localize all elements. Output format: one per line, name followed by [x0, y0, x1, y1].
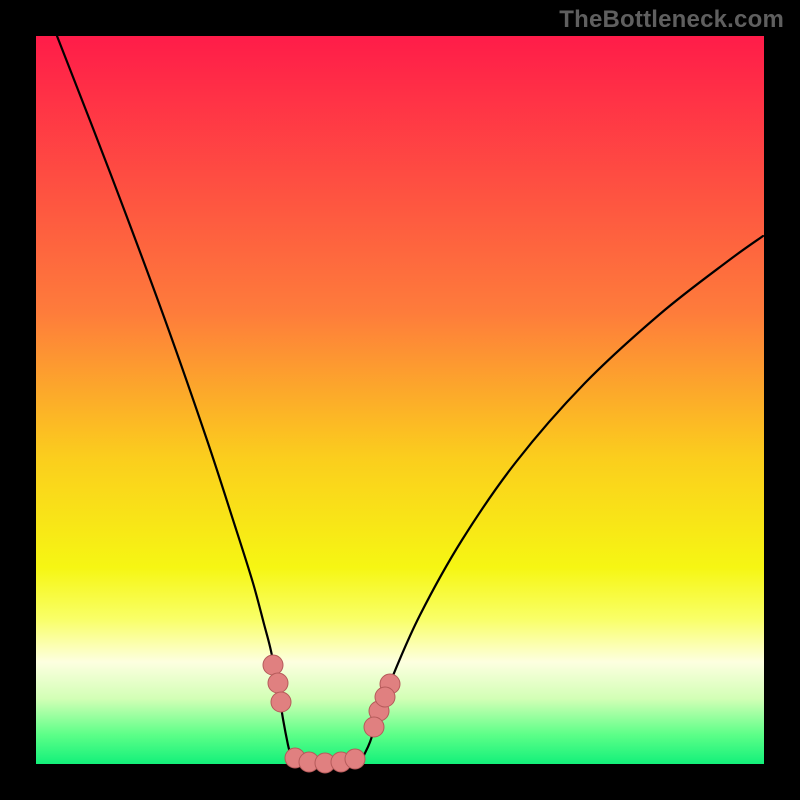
marker-11	[375, 687, 395, 707]
plot-background	[36, 36, 764, 764]
marker-2	[271, 692, 291, 712]
marker-1	[268, 673, 288, 693]
marker-7	[345, 749, 365, 769]
marker-9	[364, 717, 384, 737]
marker-0	[263, 655, 283, 675]
chart-frame: TheBottleneck.com	[0, 0, 800, 800]
chart-svg	[0, 0, 800, 800]
watermark-text: TheBottleneck.com	[559, 6, 784, 34]
